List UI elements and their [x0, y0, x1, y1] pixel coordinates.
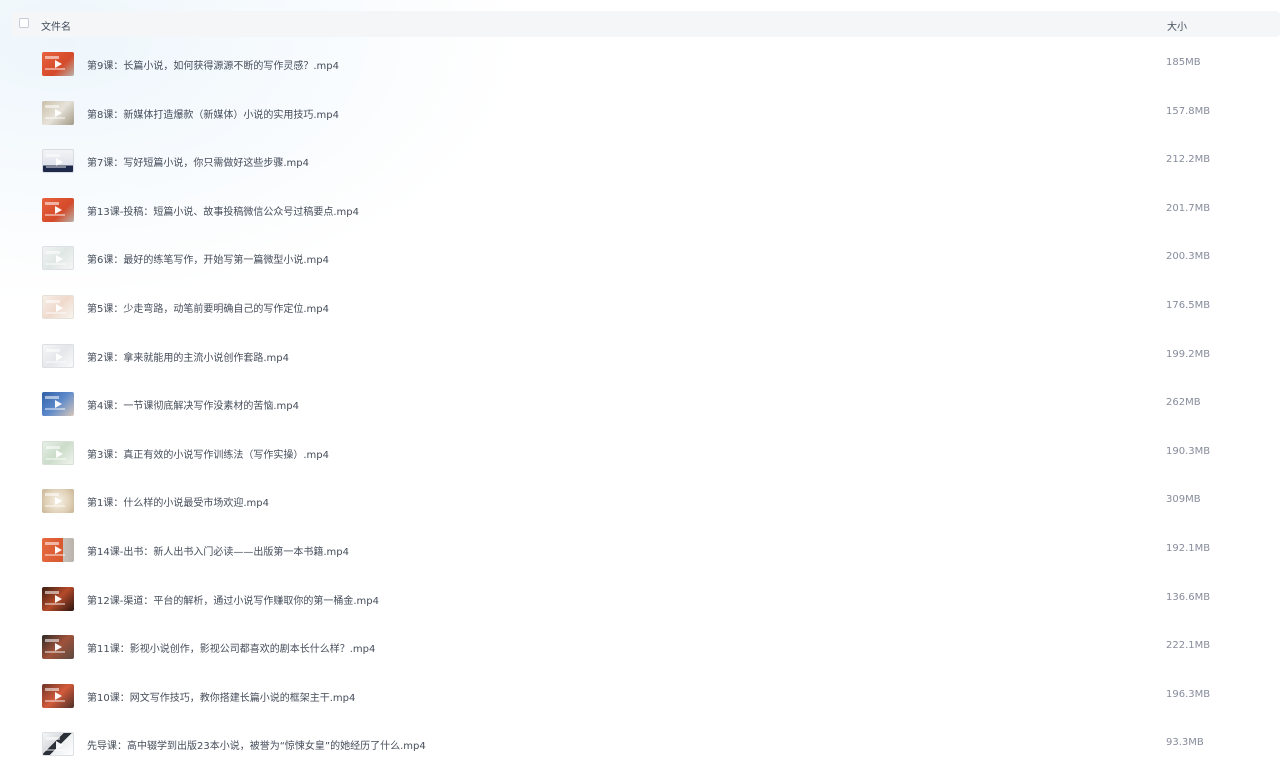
file-name[interactable]: 第11课：影视小说创作，影视公司都喜欢的剧本长什么样？.mp4 [87, 640, 375, 655]
play-icon [56, 255, 63, 263]
video-thumbnail[interactable] [42, 149, 74, 173]
file-name[interactable]: 第8课：新媒体打造爆款（新媒体）小说的实用技巧.mp4 [87, 106, 339, 121]
play-icon [55, 206, 62, 214]
video-thumbnail[interactable] [42, 538, 74, 562]
file-row[interactable]: 先导课：高中辍学到出版23本小说，被誉为“惊悚女皇”的她经历了什么.mp4 93.… [0, 732, 1280, 766]
file-name[interactable]: 第3课：真正有效的小说写作训练法（写作实操）.mp4 [87, 446, 329, 461]
play-icon [55, 497, 62, 505]
play-icon [56, 158, 63, 166]
video-thumbnail[interactable] [42, 295, 74, 319]
column-header-name[interactable]: 文件名 [41, 18, 71, 33]
video-thumbnail[interactable] [42, 441, 74, 465]
video-thumbnail[interactable] [42, 489, 74, 513]
file-size: 157.8MB [1166, 106, 1211, 117]
play-icon [55, 109, 62, 117]
file-size: 185MB [1166, 57, 1201, 68]
file-size: 201.7MB [1166, 203, 1211, 214]
file-size: 262MB [1166, 397, 1201, 408]
video-thumbnail[interactable] [42, 344, 74, 368]
file-row[interactable]: 第10课：网文写作技巧，教你搭建长篇小说的框架主干.mp4 196.3MB [0, 684, 1280, 732]
file-name[interactable]: 第14课-出书：新人出书入门必读——出版第一本书籍.mp4 [87, 543, 349, 558]
file-row[interactable]: 第13课-投稿：短篇小说、故事投稿微信公众号过稿要点.mp4 201.7MB [0, 198, 1280, 246]
file-name[interactable]: 第9课：长篇小说，如何获得源源不断的写作灵感？.mp4 [87, 57, 339, 72]
play-icon [56, 450, 63, 458]
video-thumbnail[interactable] [42, 732, 74, 756]
play-icon [55, 400, 62, 408]
column-header-size[interactable]: 大小 [1167, 18, 1187, 33]
file-list-page: 文件名 大小 第9课：长篇小说，如何获得源源不断的写作灵感？.mp4 185MB 第… [0, 0, 1280, 766]
file-row[interactable]: 第14课-出书：新人出书入门必读——出版第一本书籍.mp4 192.1MB [0, 538, 1280, 586]
file-size: 136.6MB [1166, 592, 1211, 603]
file-size: 309MB [1166, 494, 1201, 505]
file-size: 176.5MB [1166, 300, 1211, 311]
play-icon [55, 643, 62, 651]
play-icon [55, 692, 62, 700]
file-row[interactable]: 第7课：写好短篇小说，你只需做好这些步骤.mp4 212.2MB [0, 149, 1280, 197]
file-row[interactable]: 第6课：最好的练笔写作，开始写第一篇微型小说.mp4 200.3MB [0, 246, 1280, 294]
play-icon [56, 304, 63, 312]
file-name[interactable]: 第13课-投稿：短篇小说、故事投稿微信公众号过稿要点.mp4 [87, 203, 359, 218]
file-name[interactable]: 第12课-渠道：平台的解析，通过小说写作赚取你的第一桶金.mp4 [87, 592, 379, 607]
file-name[interactable]: 第5课：少走弯路，动笔前要明确自己的写作定位.mp4 [87, 300, 329, 315]
file-size: 222.1MB [1166, 640, 1211, 651]
file-name[interactable]: 第4课：一节课彻底解决写作没素材的苦恼.mp4 [87, 397, 299, 412]
file-name[interactable]: 第7课：写好短篇小说，你只需做好这些步骤.mp4 [87, 154, 309, 169]
file-size: 200.3MB [1166, 251, 1211, 262]
file-row[interactable]: 第3课：真正有效的小说写作训练法（写作实操）.mp4 190.3MB [0, 441, 1280, 489]
file-row[interactable]: 第12课-渠道：平台的解析，通过小说写作赚取你的第一桶金.mp4 136.6MB [0, 587, 1280, 635]
file-size: 190.3MB [1166, 446, 1211, 457]
file-size: 192.1MB [1166, 543, 1211, 554]
file-name[interactable]: 第1课：什么样的小说最受市场欢迎.mp4 [87, 494, 269, 509]
video-thumbnail[interactable] [42, 246, 74, 270]
file-name[interactable]: 第6课：最好的练笔写作，开始写第一篇微型小说.mp4 [87, 251, 329, 266]
play-icon [56, 741, 63, 749]
file-row[interactable]: 第8课：新媒体打造爆款（新媒体）小说的实用技巧.mp4 157.8MB [0, 101, 1280, 149]
video-thumbnail[interactable] [42, 52, 74, 76]
video-thumbnail[interactable] [42, 684, 74, 708]
play-icon [56, 353, 63, 361]
video-thumbnail[interactable] [42, 587, 74, 611]
video-thumbnail[interactable] [42, 198, 74, 222]
file-name[interactable]: 第10课：网文写作技巧，教你搭建长篇小说的框架主干.mp4 [87, 689, 355, 704]
file-name[interactable]: 先导课：高中辍学到出版23本小说，被誉为“惊悚女皇”的她经历了什么.mp4 [87, 737, 426, 752]
play-icon [55, 595, 62, 603]
video-thumbnail[interactable] [42, 101, 74, 125]
play-icon [55, 60, 62, 68]
file-row[interactable]: 第5课：少走弯路，动笔前要明确自己的写作定位.mp4 176.5MB [0, 295, 1280, 343]
file-size: 199.2MB [1166, 349, 1211, 360]
file-row[interactable]: 第2课：拿来就能用的主流小说创作套路.mp4 199.2MB [0, 344, 1280, 392]
file-size: 93.3MB [1166, 737, 1204, 748]
file-row[interactable]: 第1课：什么样的小说最受市场欢迎.mp4 309MB [0, 489, 1280, 537]
file-row[interactable]: 第4课：一节课彻底解决写作没素材的苦恼.mp4 262MB [0, 392, 1280, 440]
file-list-header: 文件名 大小 [12, 11, 1280, 37]
file-row[interactable]: 第9课：长篇小说，如何获得源源不断的写作灵感？.mp4 185MB [0, 52, 1280, 100]
file-size: 196.3MB [1166, 689, 1211, 700]
select-all-checkbox[interactable] [19, 18, 29, 28]
video-thumbnail[interactable] [42, 635, 74, 659]
file-row[interactable]: 第11课：影视小说创作，影视公司都喜欢的剧本长什么样？.mp4 222.1MB [0, 635, 1280, 683]
play-icon [55, 546, 62, 554]
video-thumbnail[interactable] [42, 392, 74, 416]
file-name[interactable]: 第2课：拿来就能用的主流小说创作套路.mp4 [87, 349, 289, 364]
file-size: 212.2MB [1166, 154, 1211, 165]
